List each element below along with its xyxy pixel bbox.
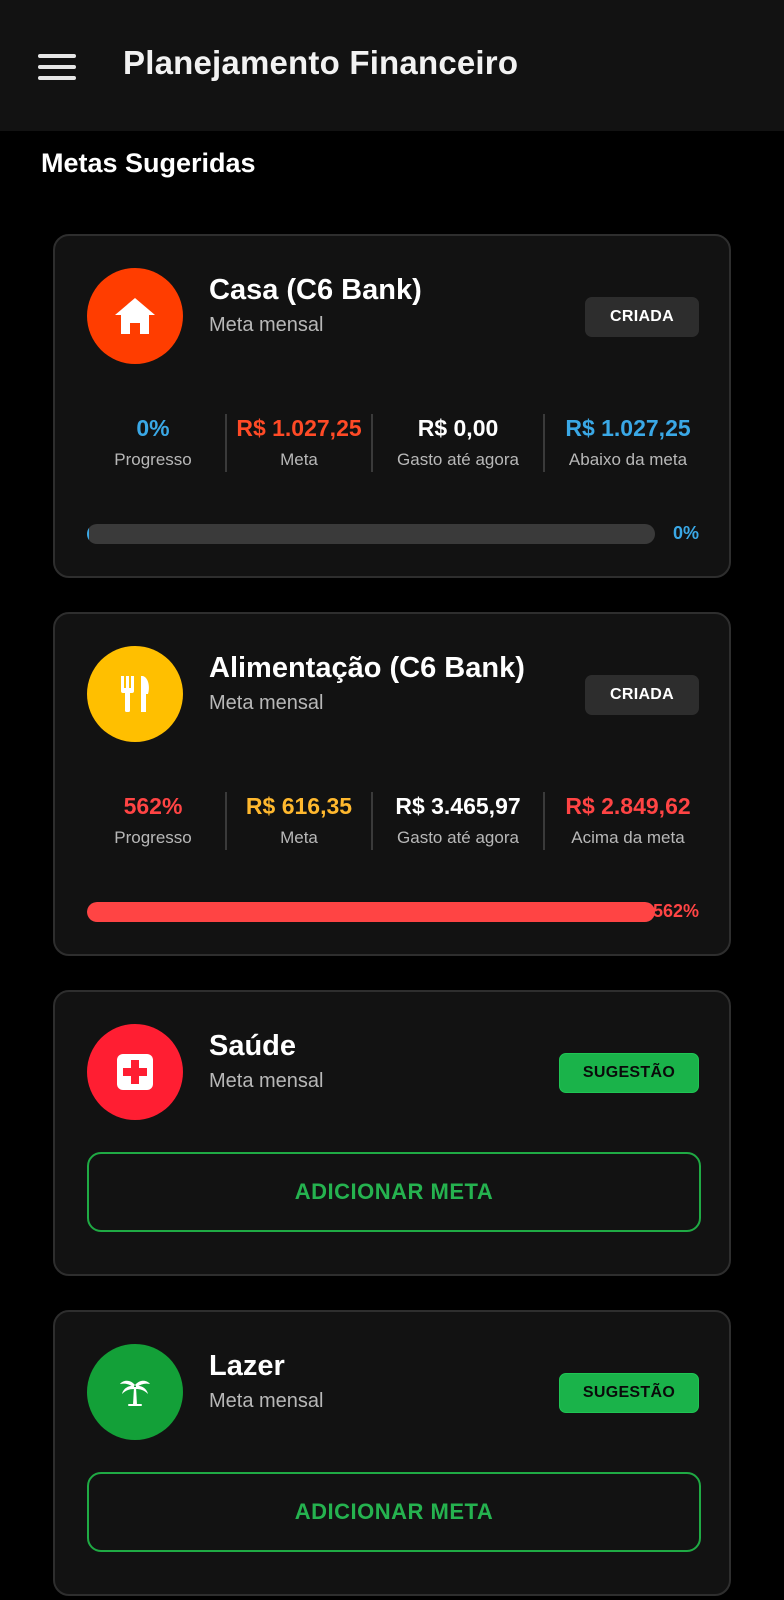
goal-name: Alimentação (C6 Bank) [209, 652, 525, 684]
stat-difference: R$ 1.027,25 Abaixo da meta [545, 414, 711, 474]
stat-value: R$ 2.849,62 [565, 793, 691, 819]
goal-name: Lazer [209, 1350, 285, 1382]
stat-value: R$ 1.027,25 [565, 415, 691, 441]
stat-label: Meta [280, 450, 318, 469]
goal-name: Casa (C6 Bank) [209, 274, 422, 306]
stat-value: R$ 1.027,25 [236, 415, 362, 441]
goal-card-alimentacao[interactable]: Alimentação (C6 Bank) Meta mensal CRIADA… [53, 612, 731, 956]
goal-card-casa[interactable]: Casa (C6 Bank) Meta mensal CRIADA 0% Pro… [53, 234, 731, 578]
goal-period: Meta mensal [209, 1390, 324, 1412]
goal-name: Saúde [209, 1030, 297, 1062]
goal-stats: 562% Progresso R$ 616,35 Meta R$ 3.465,9… [81, 792, 711, 852]
palm-tree-icon [87, 1344, 183, 1440]
stat-label: Progresso [114, 450, 192, 469]
status-badge: CRIADA [585, 297, 699, 337]
app-bar: Planejamento Financeiro [0, 0, 784, 131]
progress-percent: 0% [672, 523, 699, 543]
stat-spent: R$ 3.465,97 Gasto até agora [373, 792, 543, 852]
goal-stats: 0% Progresso R$ 1.027,25 Meta R$ 0,00 Ga… [81, 414, 711, 474]
medical-cross-icon [87, 1024, 183, 1120]
stat-label: Meta [280, 828, 318, 847]
stat-progress: 562% Progresso [81, 792, 225, 852]
stat-value: 562% [123, 793, 183, 819]
stat-progress: 0% Progresso [81, 414, 225, 474]
stat-label: Acima da meta [571, 828, 685, 847]
add-goal-button[interactable]: ADICIONAR META [87, 1472, 701, 1552]
progress-fill [87, 902, 655, 922]
stat-goal: R$ 1.027,25 Meta [227, 414, 371, 474]
goal-card-saude[interactable]: Saúde Meta mensal SUGESTÃO ADICIONAR MET… [53, 990, 731, 1276]
stat-goal: R$ 616,35 Meta [227, 792, 371, 852]
stat-value: R$ 0,00 [417, 415, 499, 441]
goal-period: Meta mensal [209, 1070, 324, 1092]
stat-label: Gasto até agora [397, 828, 519, 847]
goal-period: Meta mensal [209, 692, 324, 714]
stat-value: R$ 616,35 [245, 793, 353, 819]
section-title: Metas Sugeridas [41, 148, 256, 178]
stat-label: Progresso [114, 828, 192, 847]
goal-period: Meta mensal [209, 314, 324, 336]
stat-difference: R$ 2.849,62 Acima da meta [545, 792, 711, 852]
progress-bar [87, 524, 655, 544]
progress-bar [87, 902, 655, 922]
progress-percent: 562% [652, 901, 699, 921]
stat-label: Gasto até agora [397, 450, 519, 469]
page-title: Planejamento Financeiro [123, 44, 519, 81]
stat-value: 0% [136, 415, 170, 441]
stat-value: R$ 3.465,97 [395, 793, 521, 819]
fork-knife-icon [87, 646, 183, 742]
progress-fill [87, 524, 89, 544]
status-badge: CRIADA [585, 675, 699, 715]
add-goal-button[interactable]: ADICIONAR META [87, 1152, 701, 1232]
stat-spent: R$ 0,00 Gasto até agora [373, 414, 543, 474]
goal-card-lazer[interactable]: Lazer Meta mensal SUGESTÃO ADICIONAR MET… [53, 1310, 731, 1596]
suggestion-badge: SUGESTÃO [559, 1053, 699, 1093]
menu-icon[interactable] [38, 52, 76, 82]
stat-label: Abaixo da meta [568, 450, 688, 469]
suggestion-badge: SUGESTÃO [559, 1373, 699, 1413]
house-icon [87, 268, 183, 364]
